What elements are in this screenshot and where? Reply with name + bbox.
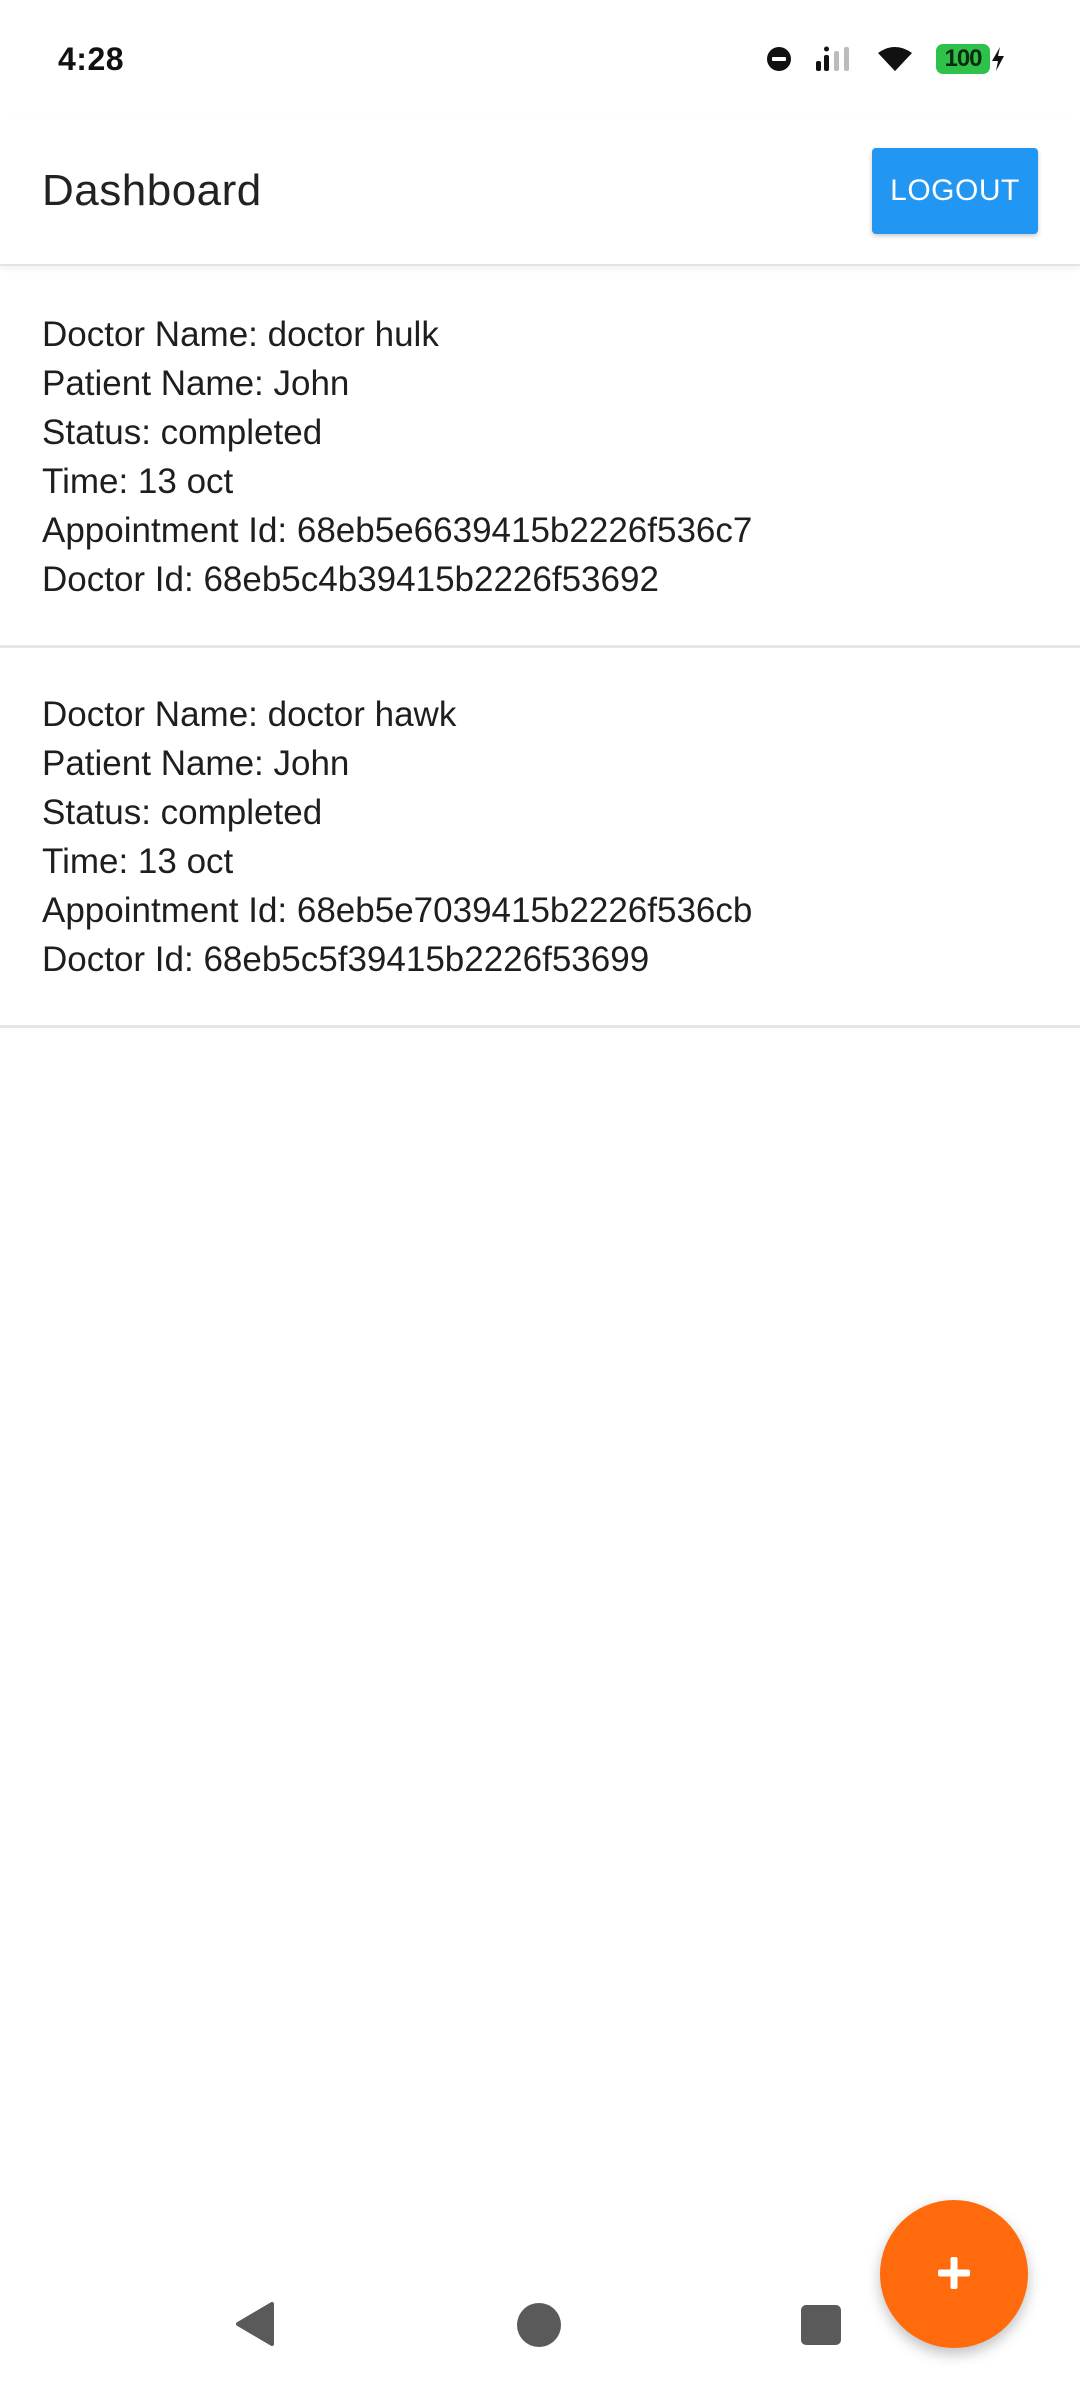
appointment-status: Status: completed: [42, 793, 323, 832]
appointment-card[interactable]: Doctor Name: doctor hawk Patient Name: J…: [0, 648, 1080, 1028]
dnd-icon: [766, 46, 792, 72]
recents-icon[interactable]: [800, 2304, 842, 2346]
wifi-icon: [876, 45, 914, 73]
app-bar: Dashboard LOGOUT: [0, 118, 1080, 266]
patient-name: Patient Name: John: [42, 364, 350, 403]
battery-icon: 100: [936, 44, 1006, 74]
battery-level: 100: [936, 44, 990, 74]
signal-icon: [814, 45, 854, 73]
status-icons: 100: [766, 44, 1006, 74]
doctor-name: Doctor Name: doctor hawk: [42, 695, 457, 734]
plus-icon: [936, 2255, 972, 2294]
add-appointment-button[interactable]: [880, 2200, 1028, 2348]
charging-icon: [990, 46, 1006, 72]
patient-name: Patient Name: John: [42, 744, 350, 783]
appointment-time: Time: 13 oct: [42, 842, 234, 881]
appointment-card[interactable]: Doctor Name: doctor hulk Patient Name: J…: [0, 268, 1080, 648]
appointment-id: Appointment Id: 68eb5e6639415b2226f536c7: [42, 511, 753, 550]
appointment-status: Status: completed: [42, 413, 323, 452]
doctor-id: Doctor Id: 68eb5c5f39415b2226f53699: [42, 940, 650, 979]
appointment-time: Time: 13 oct: [42, 462, 234, 501]
doctor-name: Doctor Name: doctor hulk: [42, 315, 439, 354]
home-icon[interactable]: [516, 2302, 562, 2348]
status-time: 4:28: [58, 40, 125, 77]
appointment-id: Appointment Id: 68eb5e7039415b2226f536cb: [42, 891, 753, 930]
screen: 4:28 100 Dashboard LOGOUT Doctor Name: d…: [0, 0, 1080, 2400]
logout-button[interactable]: LOGOUT: [872, 148, 1038, 234]
appointment-list: Doctor Name: doctor hulk Patient Name: J…: [0, 268, 1080, 1028]
page-title: Dashboard: [42, 166, 262, 215]
status-bar: 4:28 100: [0, 0, 1080, 118]
back-icon[interactable]: [232, 2300, 280, 2348]
doctor-id: Doctor Id: 68eb5c4b39415b2226f53692: [42, 560, 659, 599]
